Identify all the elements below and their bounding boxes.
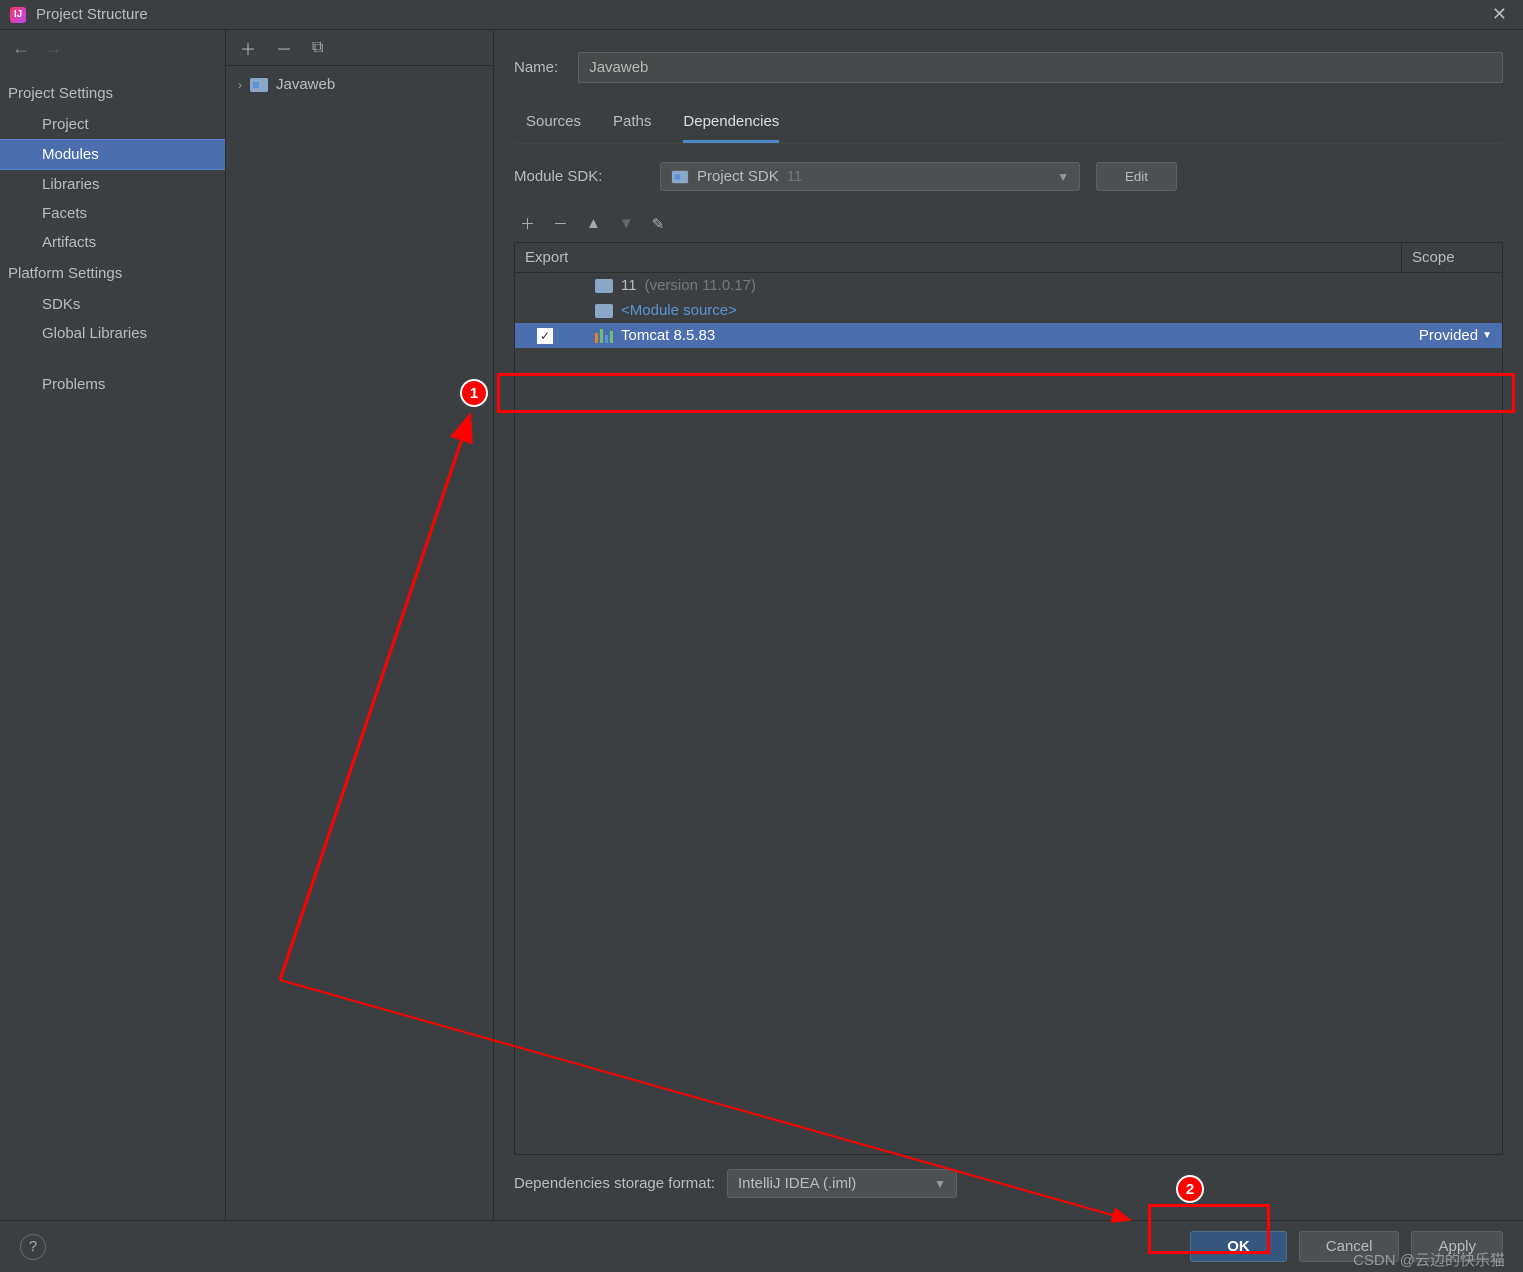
name-input[interactable] bbox=[578, 52, 1503, 83]
caret-right-icon: › bbox=[238, 78, 242, 92]
name-label: Name: bbox=[514, 59, 558, 76]
module-tree-item[interactable]: › Javaweb bbox=[234, 72, 485, 97]
checkbox-icon[interactable]: ✓ bbox=[537, 328, 553, 344]
close-icon[interactable]: ✕ bbox=[1486, 4, 1513, 25]
chevron-down-icon: ▼ bbox=[1057, 170, 1069, 184]
folder-icon bbox=[595, 304, 613, 318]
title-bar: IJ Project Structure ✕ bbox=[0, 0, 1523, 30]
help-icon[interactable]: ? bbox=[20, 1234, 46, 1260]
move-down-icon[interactable]: ▼ bbox=[619, 215, 634, 232]
storage-label: Dependencies storage format: bbox=[514, 1175, 715, 1192]
module-tree: › Javaweb bbox=[226, 66, 493, 103]
sidebar-nav: ← → bbox=[0, 30, 225, 67]
add-icon[interactable]: ＋ bbox=[240, 36, 256, 60]
dep-row-module-source[interactable]: <Module source> bbox=[515, 298, 1502, 323]
chevron-down-icon: ▼ bbox=[1482, 330, 1492, 341]
remove-icon[interactable]: － bbox=[553, 213, 568, 234]
add-icon[interactable]: ＋ bbox=[520, 213, 535, 234]
chevron-down-icon: ▼ bbox=[934, 1177, 946, 1191]
module-toolbar: ＋ － ⧉ bbox=[226, 30, 493, 66]
dep-text: 11 bbox=[621, 277, 637, 294]
tab-dependencies[interactable]: Dependencies bbox=[683, 105, 779, 143]
library-icon bbox=[595, 329, 613, 343]
dep-table-header: Export Scope bbox=[515, 243, 1502, 273]
module-sdk-label: Module SDK: bbox=[514, 168, 644, 185]
dep-row-sdk[interactable]: 11 (version 11.0.17) bbox=[515, 273, 1502, 298]
col-export: Export bbox=[515, 243, 1402, 272]
sidebar: ← → Project Settings Project Modules Lib… bbox=[0, 30, 226, 1220]
remove-icon[interactable]: － bbox=[276, 36, 292, 60]
sidebar-item-modules[interactable]: Modules bbox=[0, 139, 225, 170]
dep-table: Export Scope 11 (version 11.0.17) bbox=[514, 242, 1503, 1155]
tab-paths[interactable]: Paths bbox=[613, 105, 651, 143]
sidebar-item-global-libraries[interactable]: Global Libraries bbox=[0, 319, 225, 348]
dep-toolbar: ＋ － ▲ ▼ ✎ bbox=[514, 205, 1503, 242]
dep-suffix: (version 11.0.17) bbox=[645, 277, 756, 294]
dep-scope: Provided bbox=[1419, 327, 1478, 344]
tab-sources[interactable]: Sources bbox=[526, 105, 581, 143]
folder-icon bbox=[250, 78, 268, 92]
sdk-version: 11 bbox=[787, 168, 803, 185]
module-sdk-select[interactable]: Project SDK 11 ▼ bbox=[660, 162, 1080, 191]
intellij-logo-icon: IJ bbox=[10, 7, 26, 23]
dep-text: <Module source> bbox=[621, 302, 737, 319]
storage-select[interactable]: IntelliJ IDEA (.iml) ▼ bbox=[727, 1169, 957, 1198]
nav-back-icon[interactable]: ← bbox=[12, 38, 30, 59]
config-panel: Name: Sources Paths Dependencies Module … bbox=[494, 30, 1523, 1220]
sidebar-item-project[interactable]: Project bbox=[0, 110, 225, 139]
copy-icon[interactable]: ⧉ bbox=[312, 39, 323, 57]
folder-icon bbox=[672, 170, 688, 183]
sidebar-item-sdks[interactable]: SDKs bbox=[0, 290, 225, 319]
sidebar-item-problems[interactable]: Problems bbox=[0, 370, 225, 399]
sdk-name: Project SDK bbox=[697, 168, 779, 185]
module-name: Javaweb bbox=[276, 76, 335, 93]
module-panel: ＋ － ⧉ › Javaweb bbox=[226, 30, 494, 1220]
move-up-icon[interactable]: ▲ bbox=[586, 215, 601, 232]
sdk-edit-button[interactable]: Edit bbox=[1096, 162, 1177, 191]
dep-row-tomcat[interactable]: ✓ Tomcat 8.5.83 Provided ▼ bbox=[515, 323, 1502, 348]
tabs: Sources Paths Dependencies bbox=[514, 105, 1503, 144]
project-settings-header: Project Settings bbox=[0, 77, 225, 110]
sidebar-item-artifacts[interactable]: Artifacts bbox=[0, 228, 225, 257]
edit-icon[interactable]: ✎ bbox=[652, 215, 665, 233]
cancel-button[interactable]: Cancel bbox=[1299, 1231, 1400, 1262]
col-scope: Scope bbox=[1402, 243, 1502, 272]
footer: ? OK Cancel Apply bbox=[0, 1220, 1523, 1272]
platform-settings-header: Platform Settings bbox=[0, 257, 225, 290]
sidebar-item-libraries[interactable]: Libraries bbox=[0, 170, 225, 199]
apply-button[interactable]: Apply bbox=[1411, 1231, 1503, 1262]
ok-button[interactable]: OK bbox=[1190, 1231, 1287, 1262]
sidebar-item-facets[interactable]: Facets bbox=[0, 199, 225, 228]
nav-forward-icon[interactable]: → bbox=[44, 38, 62, 59]
folder-icon bbox=[595, 279, 613, 293]
dep-text: Tomcat 8.5.83 bbox=[621, 327, 715, 344]
window-title: Project Structure bbox=[36, 6, 1486, 23]
storage-value: IntelliJ IDEA (.iml) bbox=[738, 1175, 856, 1192]
